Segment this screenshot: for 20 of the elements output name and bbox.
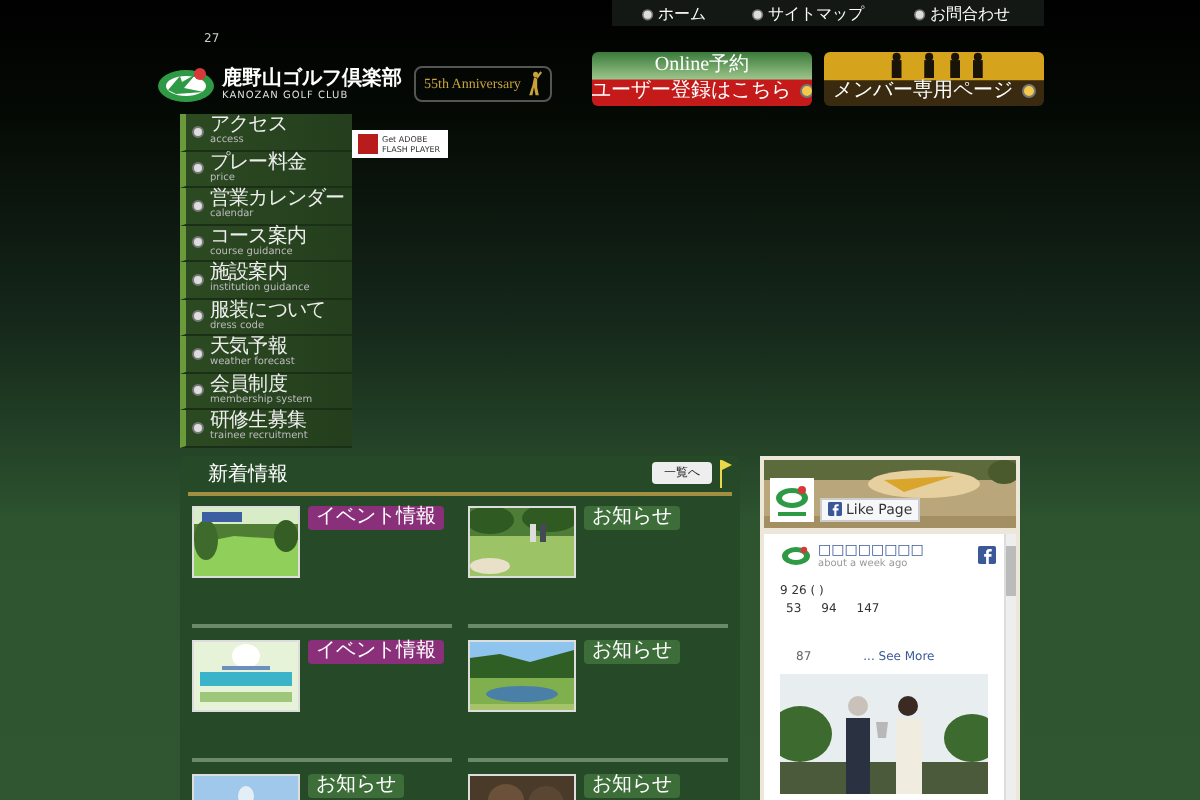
logo-icon [780, 543, 812, 567]
category-tag: イベント情報 [308, 639, 444, 663]
category-tag: お知らせ [584, 639, 680, 663]
flag-icon [720, 459, 732, 487]
facebook-icon [828, 502, 842, 516]
logo-icon [156, 64, 216, 104]
facebook-icon[interactable] [978, 546, 996, 564]
logo-icon [770, 477, 814, 521]
scrollbar[interactable] [1004, 533, 1016, 800]
news-title: 新着情報 [208, 461, 288, 487]
category-tag: お知らせ [584, 773, 680, 797]
club-name: 鹿野山ゴルフ倶楽部 [222, 67, 402, 89]
top-nav-link[interactable]: お問合わせ [906, 1, 1018, 25]
category-tag: お知らせ [308, 773, 404, 797]
online-booking-banner[interactable]: Online予約 ユーザー登録はこちら [592, 52, 812, 106]
category-tag: お知らせ [584, 505, 680, 529]
category-tag: イベント情報 [308, 505, 444, 529]
member-page-banner[interactable]: メンバー専用ページ [824, 52, 1044, 106]
top-nav-link[interactable]: ホーム [634, 1, 714, 25]
top-nav-link[interactable]: サイトマップ [744, 1, 872, 25]
